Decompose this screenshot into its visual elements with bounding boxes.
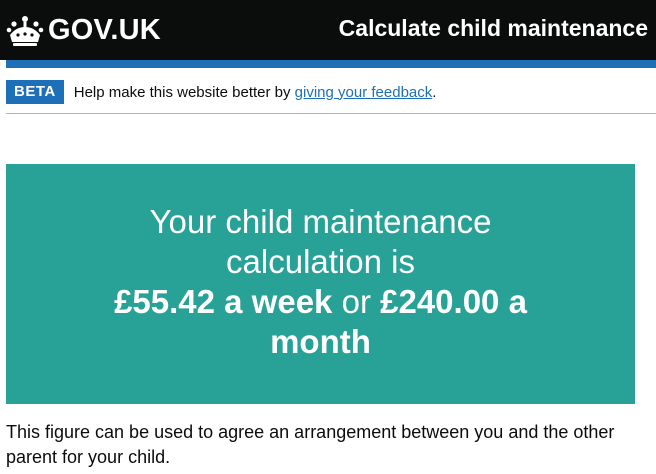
amount-connector: or <box>332 283 381 320</box>
panel-body: £55.42 a week or £240.00 a month <box>81 282 561 362</box>
govuk-logo-link[interactable]: GOV.UK <box>6 11 161 49</box>
feedback-link[interactable]: giving your feedback <box>295 84 433 101</box>
result-panel: Your child maintenance calculation is £5… <box>6 164 635 404</box>
result-explanation: This figure can be used to agree an arra… <box>6 422 615 467</box>
weekly-amount: £55.42 a week <box>114 283 333 320</box>
service-name-link[interactable]: Calculate child maintenance <box>339 15 648 43</box>
phase-banner: BETA Help make this website better by gi… <box>6 78 656 106</box>
beta-tag: BETA <box>6 80 64 104</box>
header-blue-bar <box>6 60 656 68</box>
phase-banner-divider <box>6 113 656 114</box>
logo-text: GOV.UK <box>48 13 161 46</box>
panel-title: Your child maintenance calculation is <box>149 203 492 280</box>
phase-banner-text: Help make this website better by giving … <box>74 84 437 101</box>
crown-icon <box>6 16 44 46</box>
site-header: GOV.UK Calculate child maintenance <box>0 0 656 60</box>
phase-banner-text-before: Help make this website better by <box>73 83 295 101</box>
phase-banner-text-after: . <box>432 83 437 101</box>
